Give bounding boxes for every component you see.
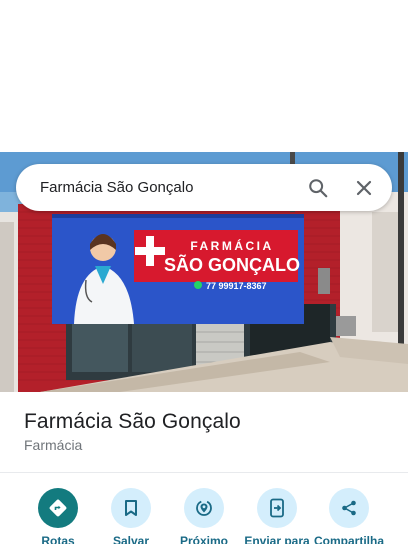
place-title: Farmácia São Gonçalo bbox=[24, 410, 241, 433]
nearby-button[interactable]: Próximo bbox=[167, 488, 241, 544]
send-label: Enviar para bbox=[244, 534, 310, 544]
banner-line1-text: FARMÁCIA bbox=[190, 238, 273, 253]
place-info-sheet: Farmácia São Gonçalo Farmácia Rotas Salv… bbox=[0, 392, 408, 544]
maps-place-screen: FARMÁCIA SÃO GONÇALO 77 99917-8367 Farmá… bbox=[0, 0, 408, 544]
save-button[interactable]: Salvar bbox=[94, 488, 168, 544]
send-icon-circle bbox=[257, 488, 297, 528]
share-icon bbox=[342, 500, 356, 516]
save-icon-circle bbox=[111, 488, 151, 528]
share-icon-circle bbox=[329, 488, 369, 528]
search-button[interactable] bbox=[298, 168, 338, 208]
search-input[interactable]: Farmácia São Gonçalo bbox=[40, 179, 298, 196]
close-icon bbox=[356, 180, 372, 195]
banner-phone-text: 77 99917-8367 bbox=[206, 281, 267, 291]
place-category[interactable]: Farmácia bbox=[24, 437, 82, 453]
directions-label: Rotas bbox=[41, 534, 75, 544]
divider bbox=[0, 472, 408, 473]
directions-button[interactable]: Rotas bbox=[21, 488, 95, 544]
send-to-phone-icon bbox=[270, 498, 284, 518]
bookmark-icon bbox=[125, 500, 137, 516]
banner-line2-text: SÃO GONÇALO bbox=[164, 254, 300, 275]
search-icon bbox=[309, 178, 328, 197]
nearby-pin-icon bbox=[196, 500, 212, 516]
nearby-icon-circle bbox=[184, 488, 224, 528]
save-label: Salvar bbox=[112, 534, 150, 544]
share-button[interactable]: Compartilha bbox=[312, 488, 386, 544]
directions-icon-circle bbox=[38, 488, 78, 528]
search-bar[interactable]: Farmácia São Gonçalo bbox=[16, 164, 392, 211]
directions-icon bbox=[49, 499, 67, 517]
action-bar: Rotas Salvar Próximo Enviar para Compart… bbox=[0, 488, 408, 544]
share-label: Compartilha bbox=[313, 534, 384, 544]
send-to-phone-button[interactable]: Enviar para bbox=[240, 488, 314, 544]
nearby-label: Próximo bbox=[179, 534, 228, 544]
close-button[interactable] bbox=[344, 168, 384, 208]
